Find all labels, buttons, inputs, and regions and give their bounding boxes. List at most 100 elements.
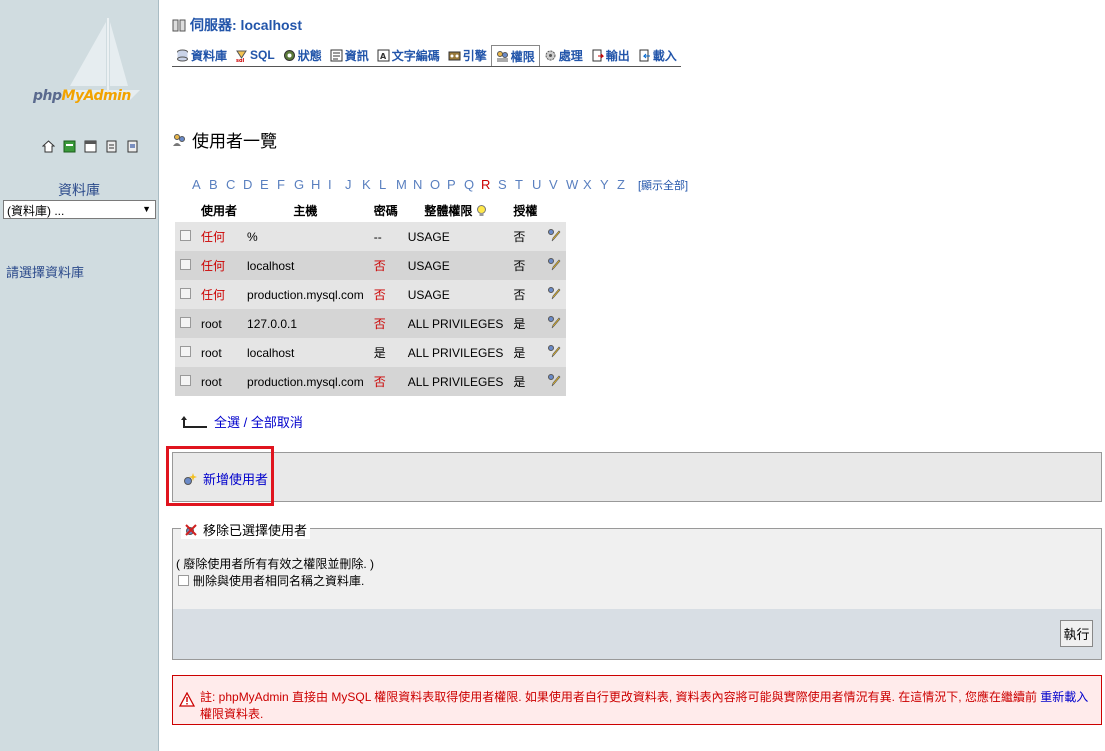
cell-privileges: USAGE <box>402 280 509 309</box>
database-select[interactable]: (資料庫) ... ▼ <box>3 200 156 219</box>
go-button[interactable]: 執行 <box>1060 620 1093 647</box>
tab-sql[interactable]: sql SQL <box>231 45 279 65</box>
cell-grant: 否 <box>508 280 543 309</box>
edit-privileges-icon[interactable] <box>547 373 561 387</box>
tab-info[interactable]: 資訊 <box>326 45 373 65</box>
row-checkbox[interactable] <box>180 345 191 357</box>
initial-letter: Z <box>617 177 625 192</box>
svg-text:A: A <box>380 52 387 61</box>
page-title: 使用者一覽 <box>172 127 277 152</box>
drop-database-option[interactable]: 刪除與使用者相同名稱之資料庫. <box>178 572 364 589</box>
docs-icon[interactable] <box>105 140 118 153</box>
cell-edit[interactable] <box>542 309 567 338</box>
initial-letter: K <box>362 177 371 192</box>
edit-privileges-icon[interactable] <box>547 228 561 242</box>
sql-icon: sql <box>236 50 247 62</box>
tab-label: 輸出 <box>605 48 630 63</box>
reload-privileges-link[interactable]: 重新載入 <box>1040 690 1088 704</box>
cell-edit[interactable] <box>542 251 567 280</box>
cell-select[interactable] <box>175 251 196 280</box>
cell-edit[interactable] <box>542 338 567 367</box>
cell-user: root <box>196 309 243 338</box>
home-icon[interactable] <box>42 140 55 153</box>
row-checkbox[interactable] <box>180 229 191 241</box>
initial-letter: B <box>209 177 218 192</box>
cell-grant: 否 <box>508 251 543 280</box>
tab-import[interactable]: 載入 <box>634 45 681 65</box>
row-checkbox[interactable] <box>180 374 191 386</box>
cell-edit[interactable] <box>542 280 567 309</box>
form-actions: 執行 <box>172 609 1102 660</box>
svg-text:sql: sql <box>236 58 245 62</box>
query-icon[interactable] <box>126 140 139 153</box>
cell-host: localhost <box>242 251 369 280</box>
remove-note: ( 廢除使用者所有有效之權限並刪除. ) <box>176 557 374 571</box>
check-all-row: 全選 / 全部取消 <box>180 412 303 431</box>
cell-password: 否 <box>368 251 403 280</box>
header-global-privileges-label: 整體權限 <box>424 203 473 218</box>
server-breadcrumb[interactable]: 伺服器: localhost <box>172 15 302 35</box>
table-row: root production.mysql.com 否 ALL PRIVILEGES 是 <box>175 367 567 396</box>
show-all-link[interactable]: [顯示全部] <box>638 177 688 193</box>
initial-letter: U <box>532 177 542 192</box>
check-all-link[interactable]: 全選 / 全部取消 <box>214 412 303 431</box>
initial-letter: O <box>430 177 441 192</box>
database-label: 資料庫 <box>58 182 100 198</box>
edit-privileges-icon[interactable] <box>547 344 561 358</box>
edit-privileges-icon[interactable] <box>547 286 561 300</box>
header-host: 主機 <box>242 198 369 222</box>
tab-privileges[interactable]: 權限 <box>490 45 540 66</box>
cell-edit[interactable] <box>542 222 567 251</box>
cell-select[interactable] <box>175 367 196 396</box>
header-action <box>542 198 567 222</box>
tab-charsets[interactable]: A 文字編碼 <box>373 45 444 65</box>
select-database-hint: 請選擇資料庫 <box>6 265 85 280</box>
tab-processes[interactable]: 處理 <box>540 45 587 65</box>
cell-privileges: USAGE <box>402 251 509 280</box>
exit-icon[interactable] <box>63 140 76 153</box>
cell-host: 127.0.0.1 <box>242 309 369 338</box>
process-icon <box>545 50 556 60</box>
tab-label: 資料庫 <box>191 48 228 63</box>
cell-select[interactable] <box>175 280 196 309</box>
navigation-frame: phpMyAdmin 資料庫 (資料庫) ... ▼ 請選擇資料庫 <box>0 0 159 751</box>
edit-privileges-icon[interactable] <box>547 315 561 329</box>
logo-text-myadmin: MyAdmin <box>61 88 132 104</box>
initial-letter: F <box>277 177 285 192</box>
database-select-value: (資料庫) ... <box>7 204 65 218</box>
table-row: 任何 localhost 否 USAGE 否 <box>175 251 567 280</box>
cell-edit[interactable] <box>542 367 567 396</box>
cell-password: 否 <box>368 309 403 338</box>
main-content: 伺服器: localhost 資料庫 sql SQL 狀態 資訊 A 文字編碼 引擎… <box>166 0 1105 751</box>
cell-privileges: ALL PRIVILEGES <box>402 338 509 367</box>
cell-password: 否 <box>368 280 403 309</box>
tab-engines[interactable]: 引擎 <box>444 45 491 65</box>
row-checkbox[interactable] <box>180 258 191 270</box>
cell-select[interactable] <box>175 309 196 338</box>
lightbulb-icon[interactable] <box>476 204 487 217</box>
tab-export[interactable]: 輸出 <box>587 45 634 65</box>
cell-host: production.mysql.com <box>242 280 369 309</box>
tab-databases[interactable]: 資料庫 <box>172 45 231 65</box>
cell-select[interactable] <box>175 338 196 367</box>
initial-letter: J <box>345 177 352 192</box>
initial-letter: L <box>379 177 387 192</box>
row-checkbox[interactable] <box>180 316 191 328</box>
initial-letter: X <box>583 177 592 192</box>
phpmyadmin-logo[interactable]: phpMyAdmin <box>0 0 158 112</box>
tab-label: SQL <box>250 48 275 62</box>
initial-letter: G <box>294 177 305 192</box>
drop-database-checkbox[interactable] <box>178 575 189 586</box>
tab-status[interactable]: 狀態 <box>279 45 326 65</box>
cell-password: 否 <box>368 367 403 396</box>
edit-privileges-icon[interactable] <box>547 257 561 271</box>
sql-window-icon[interactable] <box>84 140 97 153</box>
cell-grant: 是 <box>508 367 543 396</box>
initial-letter: T <box>515 177 523 192</box>
cell-select[interactable] <box>175 222 196 251</box>
initial-letter[interactable]: R <box>481 177 498 193</box>
dropdown-arrow-icon: ▼ <box>142 204 151 214</box>
row-checkbox[interactable] <box>180 287 191 299</box>
logo-text-php: php <box>33 88 62 104</box>
initial-letter: Q <box>464 177 475 192</box>
